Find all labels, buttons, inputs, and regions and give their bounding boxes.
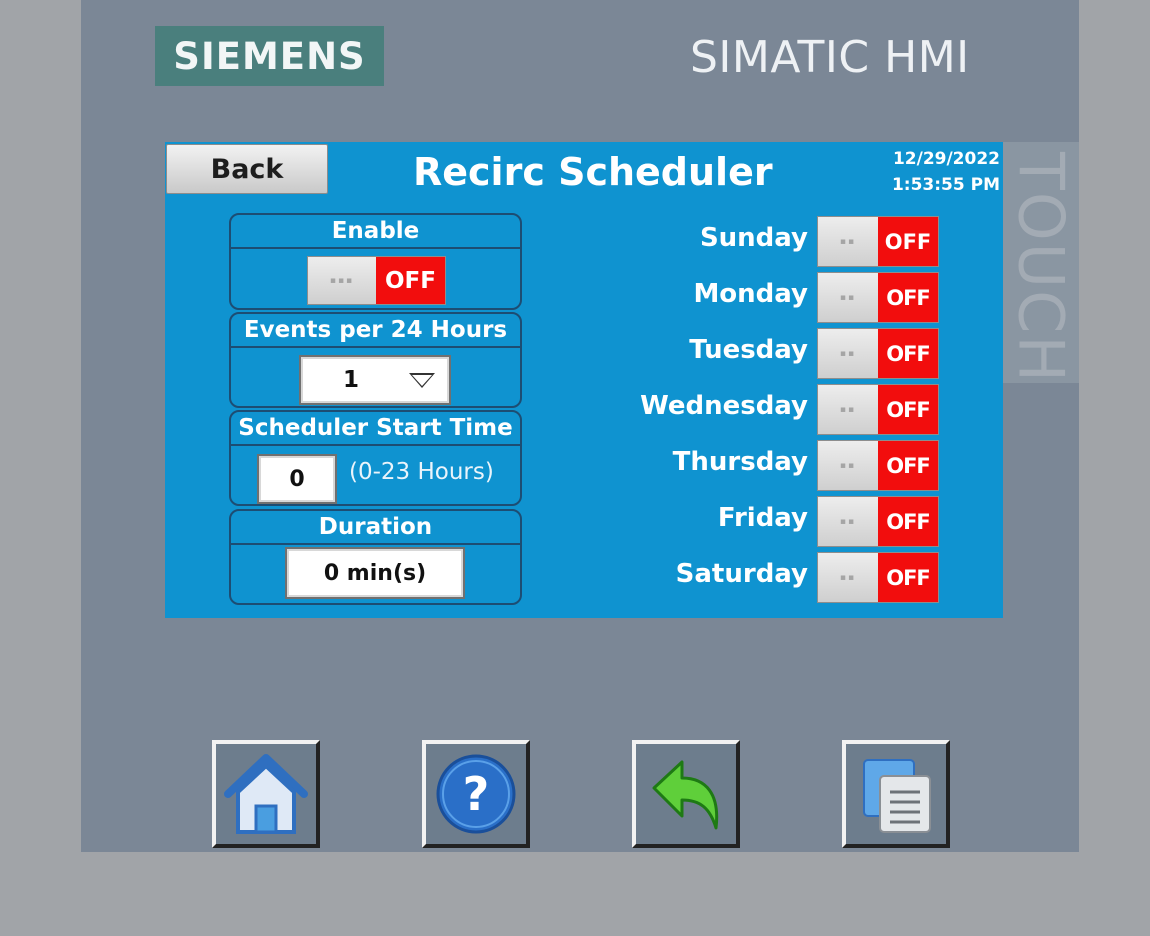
friday-toggle[interactable]: ▪▪ OFF <box>817 496 939 547</box>
siemens-logo: SIEMENS <box>155 26 384 86</box>
toggle-knob: ▪▪▪ <box>308 257 376 304</box>
home-button[interactable] <box>212 740 320 848</box>
day-label-sunday: Sunday <box>699 223 808 253</box>
date-time-display: 12/29/2022 1:53:55 PM <box>892 146 1000 198</box>
monday-state: OFF <box>878 273 938 322</box>
friday-state: OFF <box>878 497 938 546</box>
start-time-hint: (0-23 Hours) <box>349 459 494 485</box>
toggle-knob: ▪▪ <box>818 497 878 546</box>
touch-label: TOUCH <box>1004 152 1078 384</box>
page-title: Recirc Scheduler <box>413 150 773 194</box>
sunday-toggle[interactable]: ▪▪ OFF <box>817 216 939 267</box>
events-group: Events per 24 Hours 1 <box>229 312 522 408</box>
tuesday-toggle[interactable]: ▪▪ OFF <box>817 328 939 379</box>
events-title: Events per 24 Hours <box>231 314 520 348</box>
day-label-wednesday: Wednesday <box>640 391 808 421</box>
thursday-toggle[interactable]: ▪▪ OFF <box>817 440 939 491</box>
enable-group: Enable ▪▪▪ OFF <box>229 213 522 310</box>
toggle-knob: ▪▪ <box>818 441 878 490</box>
day-label-saturday: Saturday <box>675 559 808 589</box>
svg-text:?: ? <box>463 767 490 821</box>
sunday-state: OFF <box>878 217 938 266</box>
start-time-input[interactable]: 0 <box>257 454 337 504</box>
toggle-knob: ▪▪ <box>818 553 878 602</box>
enable-title: Enable <box>231 215 520 249</box>
day-label-tuesday: Tuesday <box>689 335 808 365</box>
hmi-screen: Back Recirc Scheduler 12/29/2022 1:53:55… <box>165 142 1003 618</box>
time-text: 1:53:55 PM <box>891 175 1000 195</box>
duration-input[interactable]: 0 min(s) <box>285 547 465 599</box>
events-value: 1 <box>342 367 359 393</box>
events-dropdown[interactable]: 1 <box>299 355 451 405</box>
start-time-group: Scheduler Start Time 0 (0-23 Hours) <box>229 410 522 506</box>
back-arrow-icon <box>652 760 719 830</box>
enable-state: OFF <box>376 257 445 304</box>
day-label-monday: Monday <box>693 279 808 309</box>
tuesday-state: OFF <box>878 329 938 378</box>
date-text: 12/29/2022 <box>892 149 1000 169</box>
wednesday-state: OFF <box>878 385 938 434</box>
duration-title: Duration <box>231 511 520 545</box>
saturday-toggle[interactable]: ▪▪ OFF <box>817 552 939 603</box>
screens-icon <box>863 759 931 833</box>
back-button[interactable]: Back <box>166 144 328 194</box>
help-icon: ? <box>436 754 516 834</box>
monday-toggle[interactable]: ▪▪ OFF <box>817 272 939 323</box>
chevron-down-icon <box>409 372 435 388</box>
help-button[interactable]: ? <box>422 740 530 848</box>
screens-button[interactable] <box>842 740 950 848</box>
start-time-title: Scheduler Start Time <box>231 412 520 446</box>
return-button[interactable] <box>632 740 740 848</box>
day-label-thursday: Thursday <box>672 447 808 477</box>
product-name: SIMATIC HMI <box>690 32 970 83</box>
toggle-knob: ▪▪ <box>818 329 878 378</box>
toggle-knob: ▪▪ <box>818 217 878 266</box>
enable-toggle[interactable]: ▪▪▪ OFF <box>307 256 446 305</box>
day-label-friday: Friday <box>717 503 808 533</box>
toggle-knob: ▪▪ <box>818 385 878 434</box>
home-icon <box>224 754 308 834</box>
toggle-knob: ▪▪ <box>818 273 878 322</box>
thursday-state: OFF <box>878 441 938 490</box>
wednesday-toggle[interactable]: ▪▪ OFF <box>817 384 939 435</box>
saturday-state: OFF <box>878 553 938 602</box>
duration-group: Duration 0 min(s) <box>229 509 522 605</box>
